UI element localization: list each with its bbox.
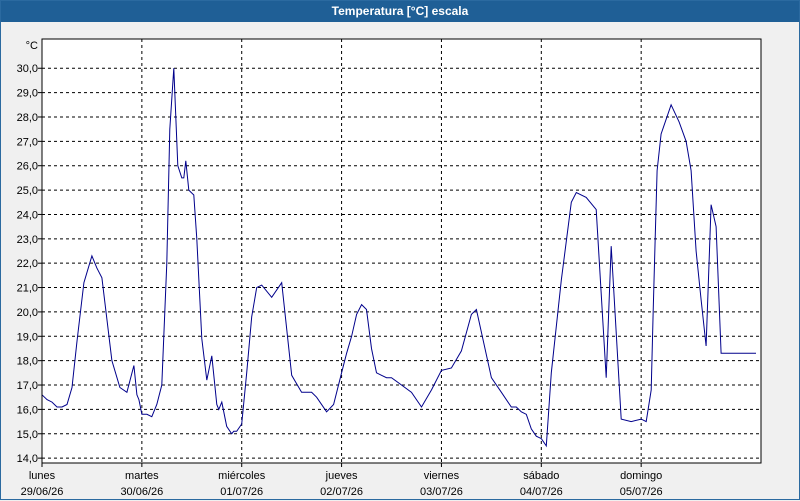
y-tick-label: 26,0 — [17, 161, 38, 173]
x-tick-day-label: sábado — [523, 470, 559, 482]
x-tick-day-label: domingo — [620, 470, 662, 482]
y-tick-label: 22,0 — [17, 258, 38, 270]
y-tick-label: 30,0 — [17, 63, 38, 75]
x-tick-day-label: jueves — [325, 470, 358, 482]
x-tick-date-label: 02/07/26 — [320, 486, 363, 498]
x-tick-day-label: lunes — [29, 470, 56, 482]
x-tick-day-label: miércoles — [218, 470, 266, 482]
y-tick-label: 27,0 — [17, 136, 38, 148]
y-tick-label: 17,0 — [17, 380, 38, 392]
plot-area — [42, 39, 761, 463]
chart-window: Temperatura [°C] escala 14,0 15,0 16,0 17,0… — [0, 0, 800, 500]
y-tick-label: 19,0 — [17, 331, 38, 343]
y-tick-label: 15,0 — [17, 429, 38, 441]
y-tick-label: 16,0 — [17, 404, 38, 416]
x-tick-date-label: 29/06/26 — [21, 486, 64, 498]
x-tick-date-label: 01/07/26 — [220, 486, 263, 498]
y-tick-label: 20,0 — [17, 307, 38, 319]
x-tick-date-label: 03/07/26 — [420, 486, 463, 498]
y-tick-label: 28,0 — [17, 112, 38, 124]
y-tick-label: 23,0 — [17, 234, 38, 246]
x-tick-date-label: 04/07/26 — [520, 486, 563, 498]
y-tick-label: 14,0 — [17, 453, 38, 465]
x-tick-day-label: viernes — [424, 470, 460, 482]
y-tick-label: 24,0 — [17, 209, 38, 221]
x-tick-date-label: 30/06/26 — [120, 486, 163, 498]
temperature-chart: 14,0 15,0 16,0 17,0 18,0 19,0 20,0 21,0 22,0 23,0… — [17, 38, 762, 498]
y-tick-label: 21,0 — [17, 283, 38, 295]
x-tick-date-label: 05/07/26 — [620, 486, 663, 498]
y-tick-label: 29,0 — [17, 88, 38, 100]
y-axis-label: °C — [26, 40, 38, 52]
y-tick-label: 18,0 — [17, 356, 38, 368]
x-tick-day-label: martes — [125, 470, 159, 482]
y-tick-label: 25,0 — [17, 185, 38, 197]
